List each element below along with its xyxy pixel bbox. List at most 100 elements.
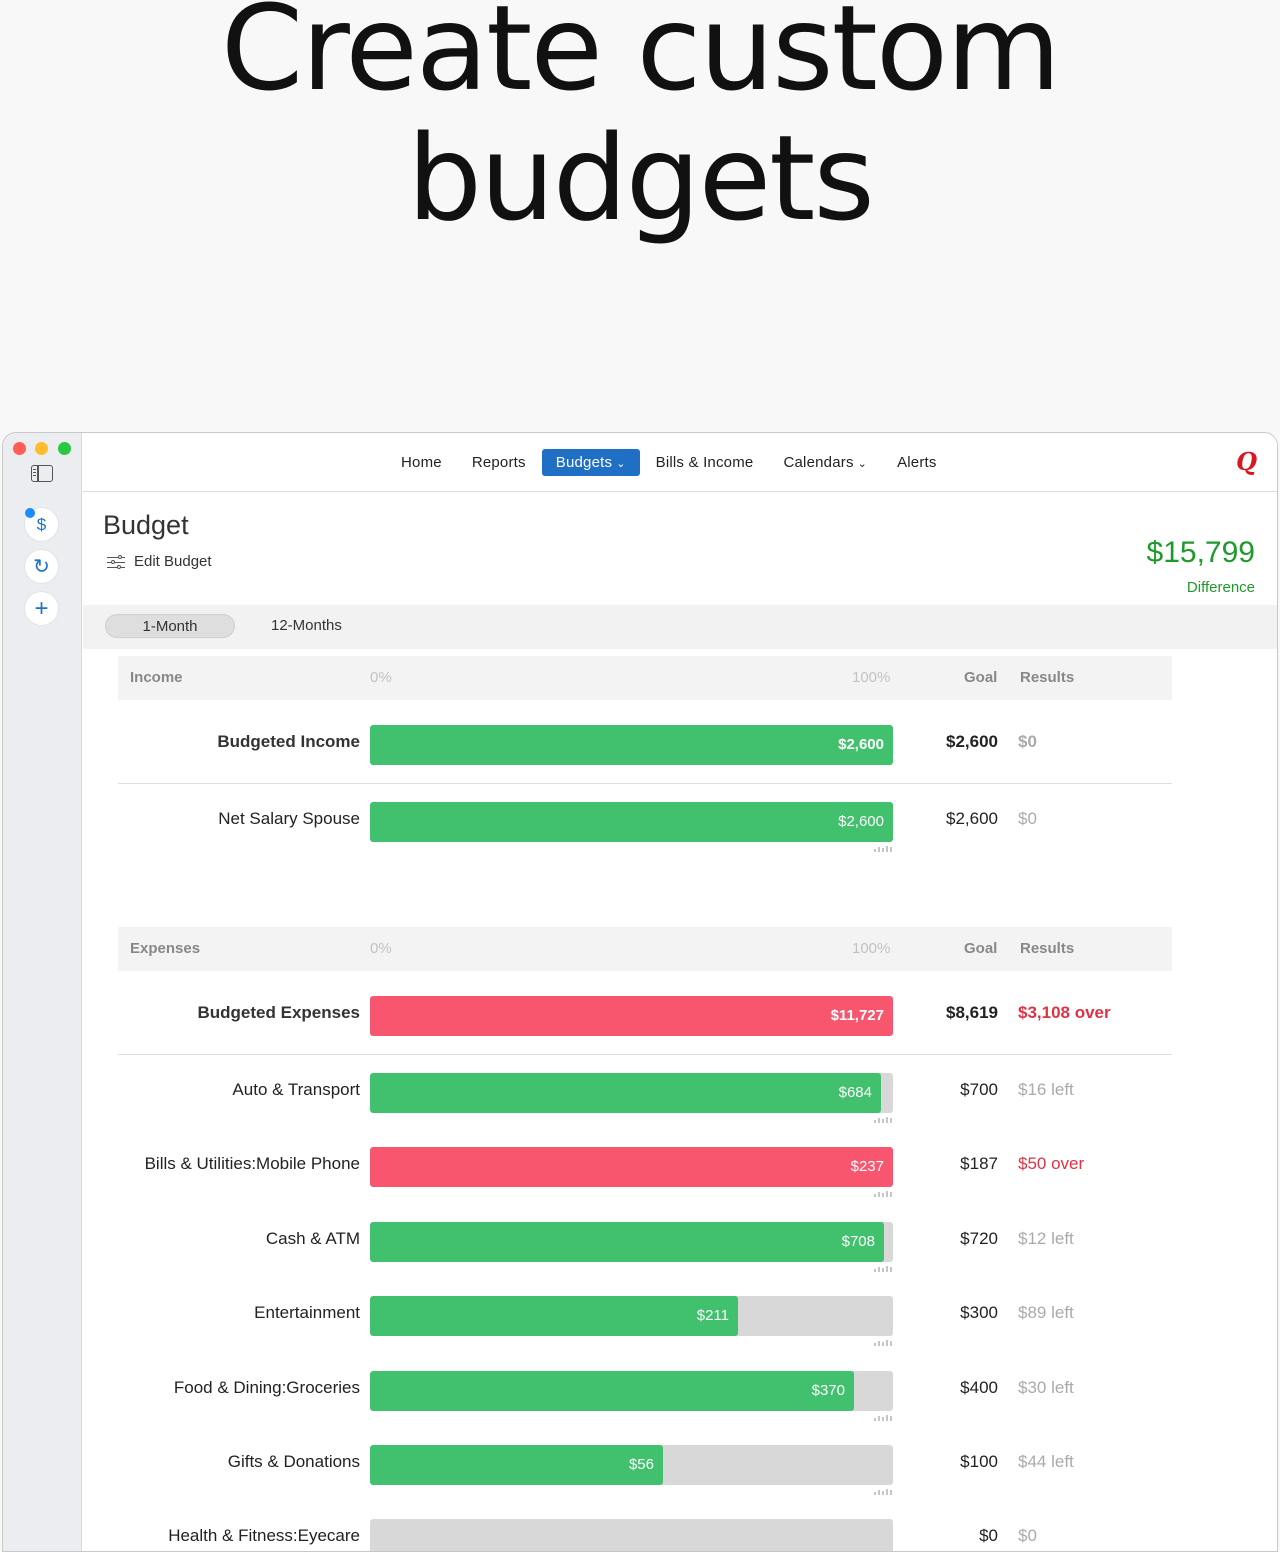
budget-content: Income 0% 100% Goal Results Budgeted Income $2… [83, 649, 1277, 1551]
budget-row[interactable]: Cash & ATM $708 $720 $12 left [118, 1210, 1172, 1272]
history-chart-icon[interactable] [874, 1488, 892, 1495]
spent-amount: $211 [696, 1307, 729, 1324]
progress-fill: $370 [370, 1371, 854, 1411]
progress-track: $56 [370, 1445, 893, 1485]
result-amount: $16 left [1018, 1080, 1074, 1099]
nav-item-label: Bills & Income [655, 454, 754, 471]
category-name: Budgeted Income [217, 732, 360, 751]
nav-item-bills-income[interactable]: Bills & Income [642, 449, 768, 476]
category-name: Bills & Utilities:Mobile Phone [144, 1154, 360, 1173]
spent-amount: $11,727 [830, 1007, 884, 1024]
spent-amount: $237 [850, 1158, 884, 1175]
history-chart-icon[interactable] [874, 1190, 892, 1197]
expenses-total-row[interactable]: Budgeted Expenses $11,727 $8,619 $3,108 ove… [118, 984, 1172, 1044]
progress-track: $370 [370, 1371, 893, 1411]
spent-amount: $56 [628, 1456, 654, 1473]
goal-amount: $100 [960, 1452, 998, 1471]
spent-amount: $2,600 [838, 736, 884, 753]
difference-label: Difference [1186, 579, 1255, 596]
goal-amount: $2,600 [946, 732, 998, 751]
hero-line-2: budgets [407, 109, 875, 247]
hero-line-1: Create custom [220, 0, 1061, 117]
result-amount: $50 over [1018, 1154, 1085, 1173]
nav-item-calendars[interactable]: Calendars ⌄ [769, 449, 881, 476]
spent-amount: $684 [838, 1084, 872, 1101]
row-divider [118, 1054, 1172, 1055]
close-window-button[interactable] [13, 442, 26, 455]
result-amount: $89 left [1018, 1303, 1074, 1322]
goal-amount: $720 [960, 1229, 998, 1248]
tab-12-months[interactable]: 12-Months [271, 614, 342, 638]
goal-amount: $0 [979, 1526, 998, 1545]
edit-budget-label: Edit Budget [134, 553, 212, 570]
history-chart-icon[interactable] [874, 1414, 892, 1421]
progress-track: $211 [370, 1296, 893, 1336]
nav-item-reports[interactable]: Reports [458, 449, 540, 476]
zoom-window-button[interactable] [58, 442, 71, 455]
sidebar: $ ↻ + [3, 433, 82, 1551]
progress-fill: $684 [370, 1073, 881, 1113]
result-amount: $30 left [1018, 1378, 1074, 1397]
progress-fill: $2,600 [370, 802, 893, 842]
header-hundred: 100% [852, 669, 891, 686]
header-hundred: 100% [852, 940, 891, 957]
refresh-icon[interactable]: ↻ [25, 550, 58, 583]
goal-amount: $187 [960, 1154, 998, 1173]
history-chart-icon[interactable] [874, 1116, 892, 1123]
sliders-icon [107, 554, 125, 569]
budget-row[interactable]: Gifts & Donations $56 $100 $44 left [118, 1433, 1172, 1495]
progress-track: $2,600 [370, 802, 893, 842]
progress-track: $237 [370, 1147, 893, 1187]
budget-row[interactable]: Health & Fitness:Eyecare $0 $0 [118, 1507, 1172, 1551]
budget-row[interactable]: Food & Dining:Groceries $370 $400 $30 left [118, 1359, 1172, 1421]
header-results: Results [1020, 669, 1075, 686]
goal-amount: $300 [960, 1303, 998, 1322]
chevron-down-icon: ⌄ [857, 458, 868, 470]
category-name: Net Salary Spouse [218, 809, 360, 828]
edit-budget-button[interactable]: Edit Budget [107, 553, 212, 570]
nav-item-budgets[interactable]: Budgets ⌄ [541, 449, 640, 476]
nav-item-label: Budgets [555, 454, 613, 471]
main-nav: Home Reports Budgets ⌄ Bills & Income Calenda… [387, 449, 953, 476]
history-chart-icon[interactable] [874, 845, 892, 852]
nav-item-label: Home [401, 454, 442, 471]
header-zero: 0% [370, 940, 392, 957]
chevron-down-icon: ⌄ [616, 458, 626, 470]
history-chart-icon[interactable] [874, 1265, 892, 1272]
goal-amount: $400 [960, 1378, 998, 1397]
progress-track: $684 [370, 1073, 893, 1113]
history-chart-icon[interactable] [874, 1339, 892, 1346]
app-window: $ ↻ + Home Reports Budgets ⌄ Bills & Income C… [2, 432, 1278, 1552]
tab-1-month[interactable]: 1-Month [105, 614, 235, 638]
category-name: Budgeted Expenses [197, 1003, 361, 1022]
nav-item-alerts[interactable]: Alerts [883, 449, 951, 476]
budget-row[interactable]: Net Salary Spouse $2,600 $2,600 $0 [118, 790, 1172, 852]
budget-header: Budget Edit Budget $15,799 Difference [83, 493, 1277, 605]
nav-item-home[interactable]: Home [387, 449, 456, 476]
result-amount: $44 left [1018, 1452, 1074, 1471]
budget-row[interactable]: Auto & Transport $684 $700 $16 left [118, 1061, 1172, 1123]
income-total-row[interactable]: Budgeted Income $2,600 $2,600 $0 [118, 713, 1172, 773]
top-navigation-bar: Home Reports Budgets ⌄ Bills & Income Calenda… [83, 433, 1277, 492]
difference-value: $15,799 [1146, 536, 1255, 569]
minimize-window-button[interactable] [35, 442, 48, 455]
spent-amount: $708 [841, 1233, 875, 1250]
sidebar-toggle-icon[interactable] [31, 465, 53, 482]
expenses-section-header: Expenses 0% 100% Goal Results [118, 927, 1172, 971]
nav-item-label: Alerts [897, 454, 937, 471]
header-goal: Goal [964, 940, 998, 957]
header-zero: 0% [370, 669, 392, 686]
progress-track: $2,600 [370, 725, 893, 765]
nav-item-label: Reports [471, 454, 526, 471]
budget-row[interactable]: Entertainment $211 $300 $89 left [118, 1284, 1172, 1346]
progress-fill: $2,600 [370, 725, 893, 765]
budget-row[interactable]: Bills & Utilities:Mobile Phone $237 $187 $5… [118, 1135, 1172, 1197]
result-amount: $3,108 over [1018, 1003, 1111, 1022]
page-title: Budget [103, 510, 189, 540]
quicken-logo: Q [1236, 447, 1257, 476]
plus-icon[interactable]: + [25, 592, 58, 625]
nav-item-label: Calendars [783, 454, 854, 471]
category-name: Gifts & Donations [227, 1452, 360, 1471]
income-section-header: Income 0% 100% Goal Results [118, 656, 1172, 700]
header-results: Results [1020, 940, 1075, 957]
